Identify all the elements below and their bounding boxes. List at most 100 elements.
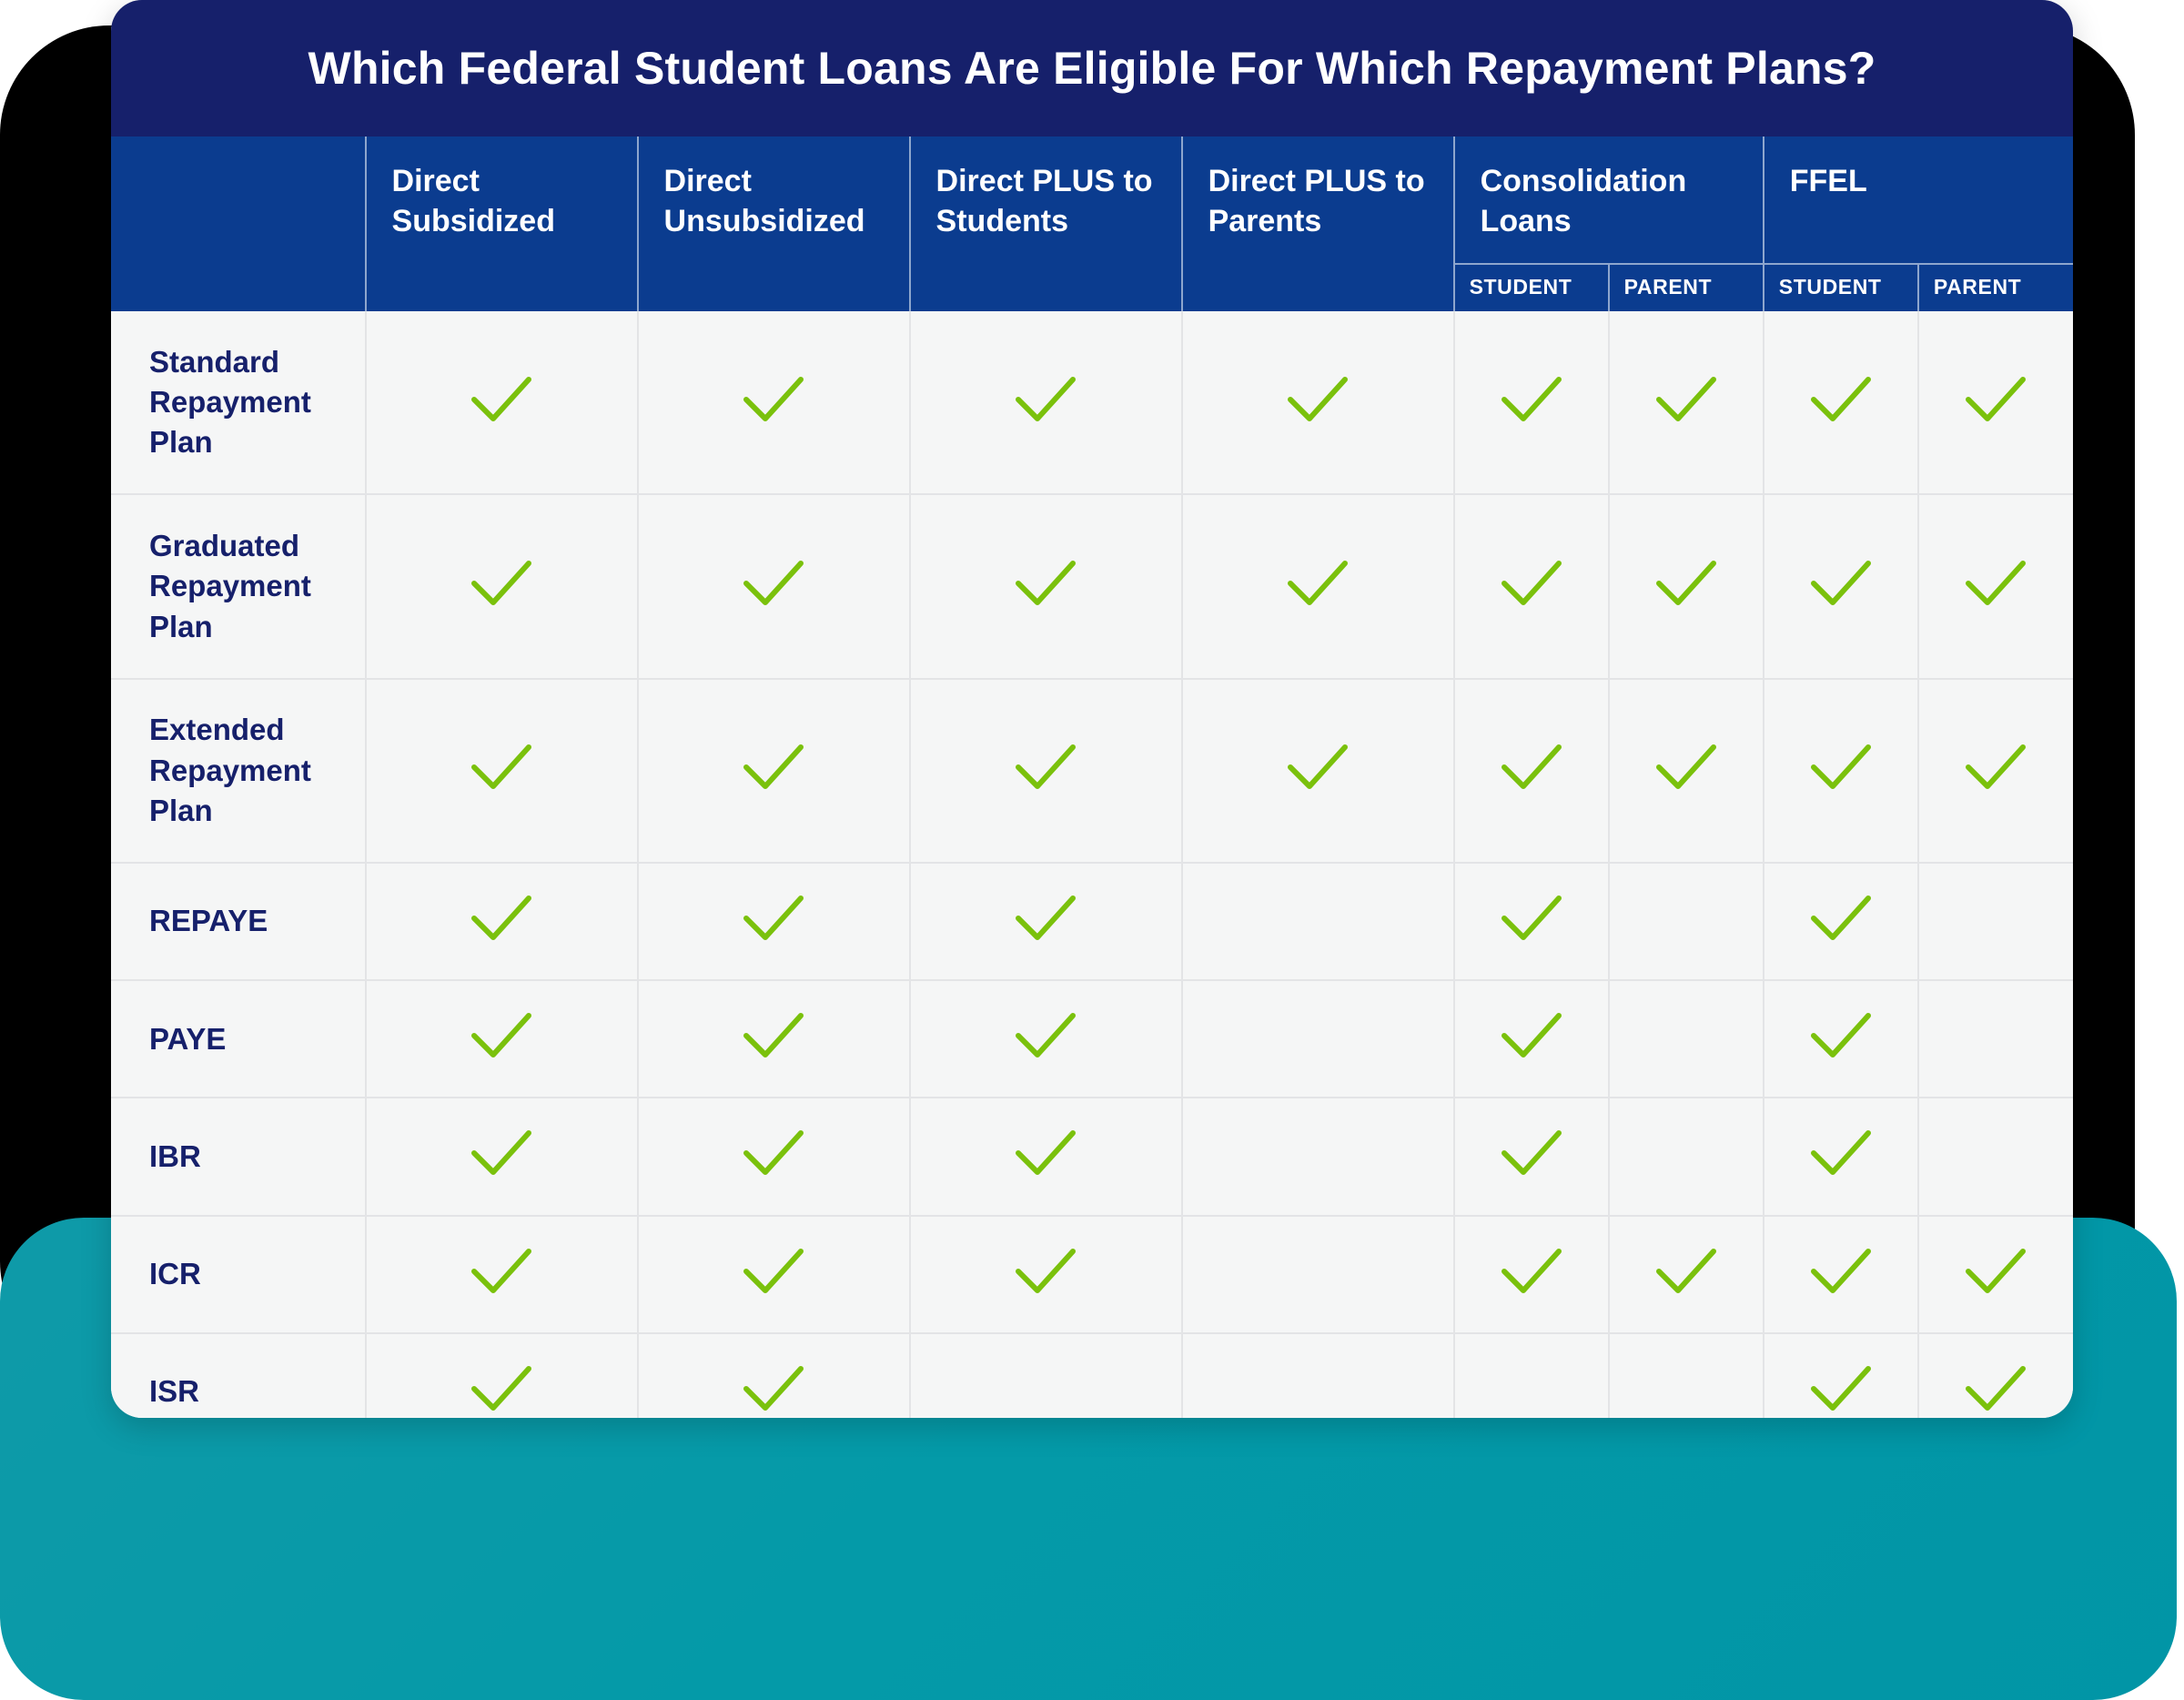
cell-isr-consolidation-loans-parent xyxy=(1608,1331,1764,1418)
check-icon xyxy=(1653,374,1719,427)
check-icon xyxy=(469,1010,534,1063)
check-icon xyxy=(1808,1010,1874,1063)
cell-graduated-repayment-plan-consolidation-loans-parent xyxy=(1608,493,1764,679)
cell-graduated-repayment-plan-direct-subsidized xyxy=(365,493,639,679)
table-row: IBR xyxy=(111,1097,2073,1216)
cell-icr-consolidation-loans-parent xyxy=(1608,1214,1764,1333)
check-icon xyxy=(1808,893,1874,946)
check-icon xyxy=(1653,1246,1719,1299)
check-icon xyxy=(741,1246,806,1299)
cell-repaye-direct-subsidized xyxy=(365,861,639,981)
subcolumn-header-consolidation-parent: PARENT xyxy=(1607,263,1764,311)
cell-isr-direct-plus-to-parents xyxy=(1181,1331,1455,1418)
cell-paye-direct-subsidized xyxy=(365,979,639,1098)
check-icon xyxy=(1808,1128,1874,1180)
check-icon xyxy=(1963,742,2028,794)
cell-isr-consolidation-loans-student xyxy=(1453,1331,1610,1418)
column-header-direct-subsidized: Direct Subsidized xyxy=(364,137,638,311)
cell-extended-repayment-plan-direct-unsubsidized xyxy=(637,677,911,863)
cell-standard-repayment-plan-ffel-parent xyxy=(1917,311,2073,495)
cell-repaye-direct-unsubsidized xyxy=(637,861,911,981)
check-icon xyxy=(1013,374,1078,427)
check-icon xyxy=(469,1128,534,1180)
cell-ibr-direct-unsubsidized xyxy=(637,1097,911,1216)
cell-paye-ffel-student xyxy=(1763,979,1919,1098)
cell-repaye-direct-plus-to-parents xyxy=(1181,861,1455,981)
cell-extended-repayment-plan-direct-subsidized xyxy=(365,677,639,863)
cell-extended-repayment-plan-direct-plus-to-parents xyxy=(1181,677,1455,863)
cell-graduated-repayment-plan-consolidation-loans-student xyxy=(1453,493,1610,679)
column-header-direct-unsubsidized: Direct Unsubsidized xyxy=(636,137,910,311)
check-icon xyxy=(469,374,534,427)
check-icon xyxy=(1285,742,1350,794)
page-title: Which Federal Student Loans Are Eligible… xyxy=(308,43,1876,94)
column-group-header-ffel: FFEL xyxy=(1762,137,2073,264)
check-icon xyxy=(741,742,806,794)
row-label-standard-repayment-plan: Standard Repayment Plan xyxy=(111,311,367,495)
cell-icr-ffel-parent xyxy=(1917,1214,2073,1333)
row-label-paye: PAYE xyxy=(111,979,367,1098)
cell-standard-repayment-plan-direct-plus-to-students xyxy=(909,311,1183,495)
check-icon xyxy=(1499,1010,1564,1063)
cell-paye-direct-unsubsidized xyxy=(637,979,911,1098)
check-icon xyxy=(1808,1246,1874,1299)
subcolumn-header-ffel-student: STUDENT xyxy=(1762,263,1918,311)
check-icon xyxy=(1013,1246,1078,1299)
check-icon xyxy=(1653,558,1719,611)
cell-repaye-direct-plus-to-students xyxy=(909,861,1183,981)
check-icon xyxy=(1499,1128,1564,1180)
cell-graduated-repayment-plan-ffel-student xyxy=(1763,493,1919,679)
eligibility-table: Direct Subsidized Direct Unsubsidized Di… xyxy=(111,137,2073,1418)
cell-extended-repayment-plan-ffel-parent xyxy=(1917,677,2073,863)
check-icon xyxy=(1963,558,2028,611)
cell-ibr-ffel-student xyxy=(1763,1097,1919,1216)
cell-paye-direct-plus-to-students xyxy=(909,979,1183,1098)
cell-standard-repayment-plan-direct-unsubsidized xyxy=(637,311,911,495)
cell-repaye-consolidation-loans-student xyxy=(1453,861,1610,981)
cell-standard-repayment-plan-direct-plus-to-parents xyxy=(1181,311,1455,495)
cell-standard-repayment-plan-ffel-student xyxy=(1763,311,1919,495)
cell-extended-repayment-plan-ffel-student xyxy=(1763,677,1919,863)
check-icon xyxy=(741,1128,806,1180)
table-body: Standard Repayment Plan Graduated Repayme… xyxy=(111,311,2073,1418)
check-icon xyxy=(1808,374,1874,427)
cell-graduated-repayment-plan-ffel-parent xyxy=(1917,493,2073,679)
check-icon xyxy=(469,893,534,946)
cell-repaye-ffel-parent xyxy=(1917,861,2073,981)
check-icon xyxy=(1808,1363,1874,1416)
cell-graduated-repayment-plan-direct-unsubsidized xyxy=(637,493,911,679)
check-icon xyxy=(1499,893,1564,946)
table-row: ISR xyxy=(111,1331,2073,1418)
cell-isr-direct-unsubsidized xyxy=(637,1331,911,1418)
check-icon xyxy=(469,1246,534,1299)
cell-ibr-consolidation-loans-student xyxy=(1453,1097,1610,1216)
check-icon xyxy=(1963,374,2028,427)
cell-ibr-consolidation-loans-parent xyxy=(1608,1097,1764,1216)
table-row: PAYE xyxy=(111,979,2073,1098)
cell-extended-repayment-plan-consolidation-loans-parent xyxy=(1608,677,1764,863)
check-icon xyxy=(741,374,806,427)
table-head: Direct Subsidized Direct Unsubsidized Di… xyxy=(111,137,2073,311)
check-icon xyxy=(1499,1246,1564,1299)
check-icon xyxy=(741,893,806,946)
check-icon xyxy=(1808,742,1874,794)
check-icon xyxy=(741,1010,806,1063)
cell-ibr-ffel-parent xyxy=(1917,1097,2073,1216)
table-row: REPAYE xyxy=(111,861,2073,981)
row-label-repaye: REPAYE xyxy=(111,861,367,981)
check-icon xyxy=(741,1363,806,1416)
check-icon xyxy=(1013,1010,1078,1063)
check-icon xyxy=(1963,1363,2028,1416)
row-label-extended-repayment-plan: Extended Repayment Plan xyxy=(111,677,367,863)
cell-ibr-direct-plus-to-parents xyxy=(1181,1097,1455,1216)
check-icon xyxy=(1013,558,1078,611)
cell-icr-direct-subsidized xyxy=(365,1214,639,1333)
cell-isr-direct-plus-to-students xyxy=(909,1331,1183,1418)
row-label-isr: ISR xyxy=(111,1331,367,1418)
table-row: Graduated Repayment Plan xyxy=(111,493,2073,679)
check-icon xyxy=(1285,558,1350,611)
check-icon xyxy=(1499,742,1564,794)
corner-cell xyxy=(111,137,366,311)
eligibility-table-card: Which Federal Student Loans Are Eligible… xyxy=(111,0,2073,1418)
cell-standard-repayment-plan-direct-subsidized xyxy=(365,311,639,495)
